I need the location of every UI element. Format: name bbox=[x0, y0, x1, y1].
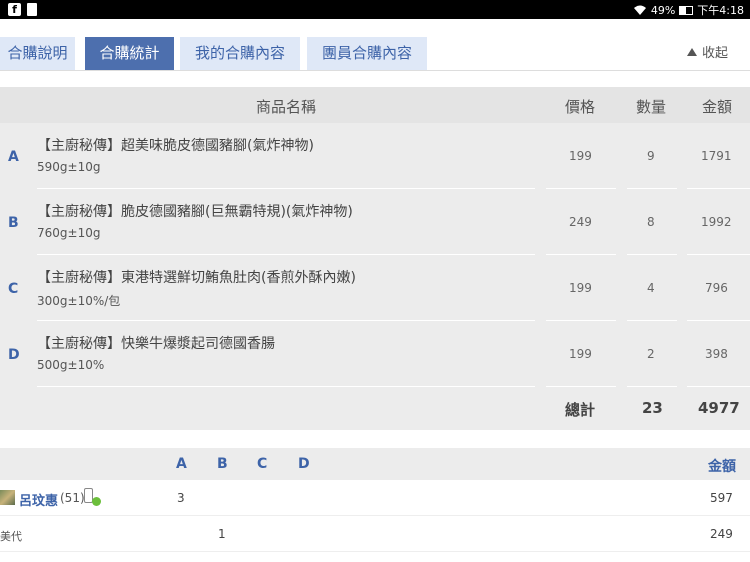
header-d: D bbox=[298, 456, 310, 472]
header-price: 價格 bbox=[565, 98, 596, 116]
product-qty: 2 bbox=[647, 347, 655, 361]
battery-icon bbox=[679, 5, 694, 15]
row-letter: C bbox=[8, 281, 19, 297]
member-amount: 249 bbox=[710, 527, 733, 541]
header-member-amount: 金額 bbox=[708, 459, 736, 475]
document-icon bbox=[27, 3, 37, 16]
row-letter: B bbox=[8, 215, 19, 231]
table-row: B 【主廚秘傳】脆皮德國豬腳(巨無霸特規)(氣炸神物) 760g±10g 249… bbox=[0, 189, 750, 255]
clock: 下午4:18 bbox=[697, 4, 744, 17]
table-row: D 【主廚秘傳】快樂牛爆漿起司德國香腸 500g±10% 199 2 398 bbox=[0, 321, 750, 387]
product-amount: 1992 bbox=[701, 215, 732, 229]
product-name: 【主廚秘傳】脆皮德國豬腳(巨無霸特規)(氣炸神物) bbox=[37, 204, 353, 220]
table-row: A 【主廚秘傳】超美味脆皮德國豬腳(氣炸神物) 590g±10g 199 9 1… bbox=[0, 123, 750, 189]
product-spec: 590g±10g bbox=[37, 160, 101, 174]
wifi-icon bbox=[633, 5, 646, 15]
tab-bar: 合購說明 合購統計 我的合購內容 團員合購內容 收起 bbox=[0, 19, 750, 71]
header-a: A bbox=[176, 456, 187, 472]
status-bar: f 49% 下午4:18 bbox=[0, 0, 750, 19]
header-name: 商品名稱 bbox=[256, 98, 317, 116]
product-price: 199 bbox=[569, 149, 592, 163]
product-amount: 1791 bbox=[701, 149, 732, 163]
product-name: 【主廚秘傳】東港特選鮮切鮪魚肚肉(香煎外酥內嫩) bbox=[37, 270, 356, 286]
product-qty: 9 bbox=[647, 149, 655, 163]
product-qty: 8 bbox=[647, 215, 655, 229]
product-amount: 398 bbox=[705, 347, 728, 361]
product-qty: 4 bbox=[647, 281, 655, 295]
header-amount: 金額 bbox=[702, 98, 733, 116]
product-spec: 500g±10% bbox=[37, 358, 105, 372]
product-table: 商品名稱 價格 數量 金額 A 【主廚秘傳】超美味脆皮德國豬腳(氣炸神物) 59… bbox=[0, 87, 750, 430]
member-a-qty: 3 bbox=[177, 491, 185, 505]
product-amount: 796 bbox=[705, 281, 728, 295]
facebook-icon: f bbox=[8, 3, 21, 16]
tab-member-orders[interactable]: 團員合購內容 bbox=[307, 37, 427, 70]
header-b: B bbox=[217, 456, 228, 472]
product-price: 199 bbox=[569, 281, 592, 295]
member-count: (51) bbox=[60, 491, 85, 505]
totals-label: 總計 bbox=[565, 401, 596, 419]
header-c: C bbox=[257, 456, 268, 472]
row-letter: A bbox=[8, 149, 19, 165]
product-spec: 300g±10%/包 bbox=[37, 294, 121, 308]
totals-row: 總計 23 4977 bbox=[0, 387, 750, 427]
product-name: 【主廚秘傳】超美味脆皮德國豬腳(氣炸神物) bbox=[37, 138, 314, 154]
battery-percent: 49% bbox=[650, 3, 676, 17]
tab-my-orders[interactable]: 我的合購內容 bbox=[180, 37, 300, 70]
tab-statistics[interactable]: 合購統計 bbox=[85, 37, 174, 70]
totals-qty: 23 bbox=[642, 399, 663, 417]
triangle-up-icon bbox=[686, 47, 697, 56]
avatar bbox=[0, 490, 15, 505]
tab-description[interactable]: 合購說明 bbox=[0, 37, 75, 70]
table-row: C 【主廚秘傳】東港特選鮮切鮪魚肚肉(香煎外酥內嫩) 300g±10%/包 19… bbox=[0, 255, 750, 321]
totals-amount: 4977 bbox=[698, 399, 740, 417]
product-price: 249 bbox=[569, 215, 592, 229]
members-header: A B C D 金額 bbox=[0, 448, 750, 480]
member-row[interactable]: 美代 1 249 bbox=[0, 516, 750, 552]
member-b-qty: 1 bbox=[218, 527, 226, 541]
collapse-button[interactable]: 收起 bbox=[686, 42, 728, 61]
product-spec: 760g±10g bbox=[37, 226, 101, 240]
row-letter: D bbox=[8, 347, 20, 363]
member-amount: 597 bbox=[710, 491, 733, 505]
member-row[interactable]: 呂玟惠 (51) 3 597 bbox=[0, 480, 750, 516]
verified-icon bbox=[92, 497, 101, 506]
member-name[interactable]: 美代 bbox=[0, 528, 22, 544]
member-name[interactable]: 呂玟惠 bbox=[19, 490, 58, 509]
product-name: 【主廚秘傳】快樂牛爆漿起司德國香腸 bbox=[37, 336, 275, 352]
header-qty: 數量 bbox=[636, 98, 667, 116]
collapse-label: 收起 bbox=[701, 46, 728, 61]
table-header: 商品名稱 價格 數量 金額 bbox=[0, 87, 750, 123]
product-price: 199 bbox=[569, 347, 592, 361]
